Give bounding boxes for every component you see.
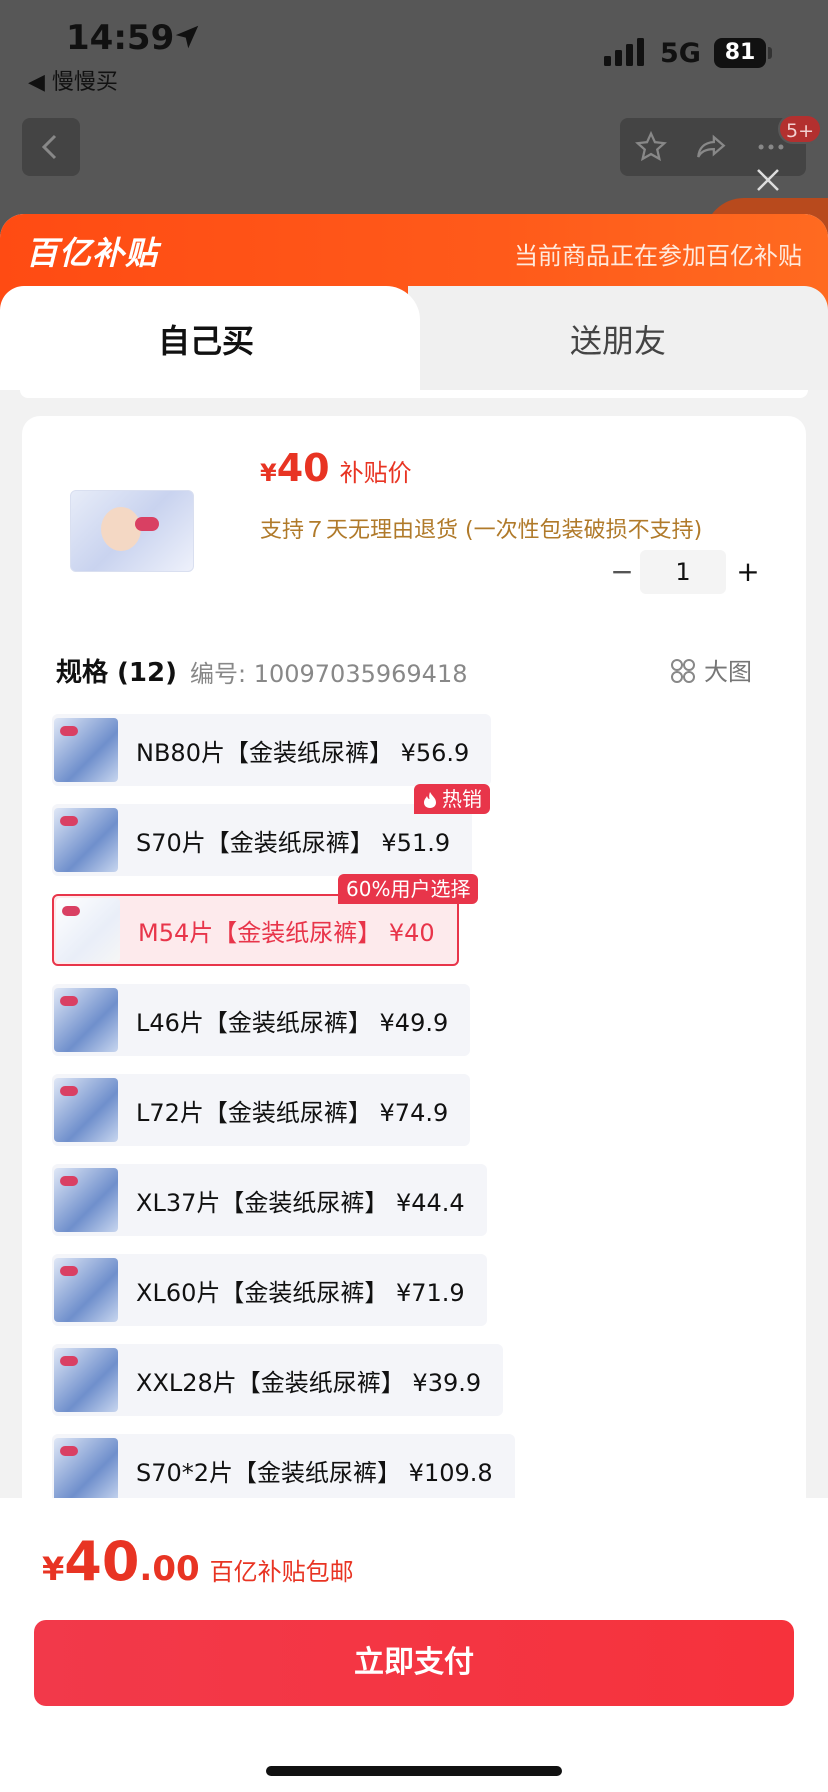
subsidy-note: 当前商品正在参加百亿补贴	[514, 242, 802, 270]
spec-thumbnail	[54, 988, 118, 1052]
spec-option[interactable]: S70*2片【金装纸尿裤】 ¥109.8	[52, 1434, 515, 1506]
spec-label: S70*2片【金装纸尿裤】 ¥109.8	[136, 1458, 493, 1487]
big-image-label: 大图	[704, 658, 752, 686]
spec-label: NB80片【金装纸尿裤】 ¥56.9	[136, 738, 470, 767]
price-value: 40	[276, 446, 330, 490]
spec-label: M54片【金装纸尿裤】 ¥40	[138, 918, 435, 947]
spec-label: L72片【金装纸尿裤】 ¥74.9	[136, 1098, 449, 1127]
tab-buy-self[interactable]: 自己买	[0, 286, 420, 390]
grid-icon	[671, 659, 695, 683]
total-integer: 40	[64, 1530, 140, 1593]
tab-gift-friend[interactable]: 送朋友	[408, 286, 828, 390]
spec-label: XL60片【金装纸尿裤】 ¥71.9	[136, 1278, 465, 1307]
spec-thumbnail	[54, 1258, 118, 1322]
battery-cap	[768, 47, 772, 59]
total-price: ¥40.00 百亿补贴包邮	[42, 1530, 354, 1593]
pay-now-button[interactable]: 立即支付	[34, 1620, 794, 1706]
flame-icon	[424, 792, 436, 808]
spec-thumbnail	[54, 808, 118, 872]
spec-label: XXL28片【金装纸尿裤】 ¥39.9	[136, 1368, 482, 1397]
status-time: 14:59	[66, 18, 175, 58]
return-policy: 支持７天无理由退货 (一次性包装破损不支持)	[260, 518, 703, 543]
spec-option-selected[interactable]: M54片【金装纸尿裤】 ¥40	[52, 894, 459, 966]
spec-thumbnail	[54, 1168, 118, 1232]
spec-option[interactable]: NB80片【金装纸尿裤】 ¥56.9	[52, 714, 492, 786]
cell-signal-icon	[604, 38, 644, 66]
spec-option[interactable]: XL60片【金装纸尿裤】 ¥71.9	[52, 1254, 487, 1326]
quantity-input[interactable]: 1	[640, 550, 726, 594]
tab-label: 自己买	[157, 322, 254, 360]
product-image-baby	[101, 507, 141, 551]
star-icon[interactable]	[634, 130, 668, 164]
spec-option[interactable]: S70片【金装纸尿裤】 ¥51.9	[52, 804, 473, 876]
tab-panel-edge	[20, 390, 808, 398]
total-symbol: ¥	[42, 1550, 65, 1588]
price-symbol: ¥	[260, 459, 277, 487]
battery-indicator: 81	[714, 38, 766, 68]
spec-label: S70片【金装纸尿裤】 ¥51.9	[136, 828, 451, 857]
price-tag: 补贴价	[339, 459, 412, 487]
spec-title: 规格 (12)	[56, 658, 177, 688]
status-bar: 14:59 ◀ 慢慢买 5G 81	[0, 0, 828, 100]
tab-label: 送朋友	[569, 322, 666, 360]
product-code: 编号: 10097035969418	[190, 660, 468, 688]
subsidy-logo: 百亿补贴	[26, 234, 159, 272]
spec-thumbnail	[54, 1438, 118, 1502]
home-indicator[interactable]	[266, 1766, 562, 1776]
quantity-decrease-button[interactable]: −	[602, 552, 642, 592]
subsidy-price: ¥40 补贴价	[260, 446, 412, 490]
back-to-app-link[interactable]: ◀ 慢慢买	[28, 64, 118, 96]
spec-label: XL37片【金装纸尿裤】 ¥44.4	[136, 1188, 465, 1217]
back-button[interactable]	[22, 118, 80, 176]
spec-label: L46片【金装纸尿裤】 ¥49.9	[136, 1008, 449, 1037]
total-decimal: .00	[139, 1549, 200, 1589]
hot-sale-badge: 热销	[414, 784, 490, 814]
shipping-note: 百亿补贴包邮	[209, 1558, 354, 1586]
message-count-badge: 5+	[778, 114, 823, 144]
spec-thumbnail	[54, 1078, 118, 1142]
spec-thumbnail	[56, 898, 120, 962]
spec-thumbnail	[54, 718, 118, 782]
spec-option[interactable]: L72片【金装纸尿裤】 ¥74.9	[52, 1074, 471, 1146]
spec-thumbnail	[54, 1348, 118, 1412]
spec-option[interactable]: XL37片【金装纸尿裤】 ¥44.4	[52, 1164, 487, 1236]
hot-sale-label: 热销	[442, 787, 482, 811]
share-icon[interactable]	[694, 130, 728, 164]
location-arrow-icon	[175, 25, 199, 49]
network-type: 5G	[660, 38, 701, 69]
chevron-left-icon	[41, 134, 57, 160]
checkout-footer: ¥40.00 百亿补贴包邮 立即支付	[0, 1498, 828, 1792]
brand-logo	[135, 517, 159, 531]
big-image-toggle[interactable]: 大图	[670, 652, 752, 687]
quantity-increase-button[interactable]: +	[728, 552, 768, 592]
spec-option[interactable]: XXL28片【金装纸尿裤】 ¥39.9	[52, 1344, 504, 1416]
product-thumbnail[interactable]	[70, 490, 194, 572]
purchase-tabs: 送朋友 自己买	[0, 286, 828, 390]
spec-option[interactable]: L46片【金装纸尿裤】 ¥49.9	[52, 984, 471, 1056]
popular-choice-badge: 60%用户选择	[338, 874, 479, 904]
close-icon[interactable]	[752, 164, 784, 196]
